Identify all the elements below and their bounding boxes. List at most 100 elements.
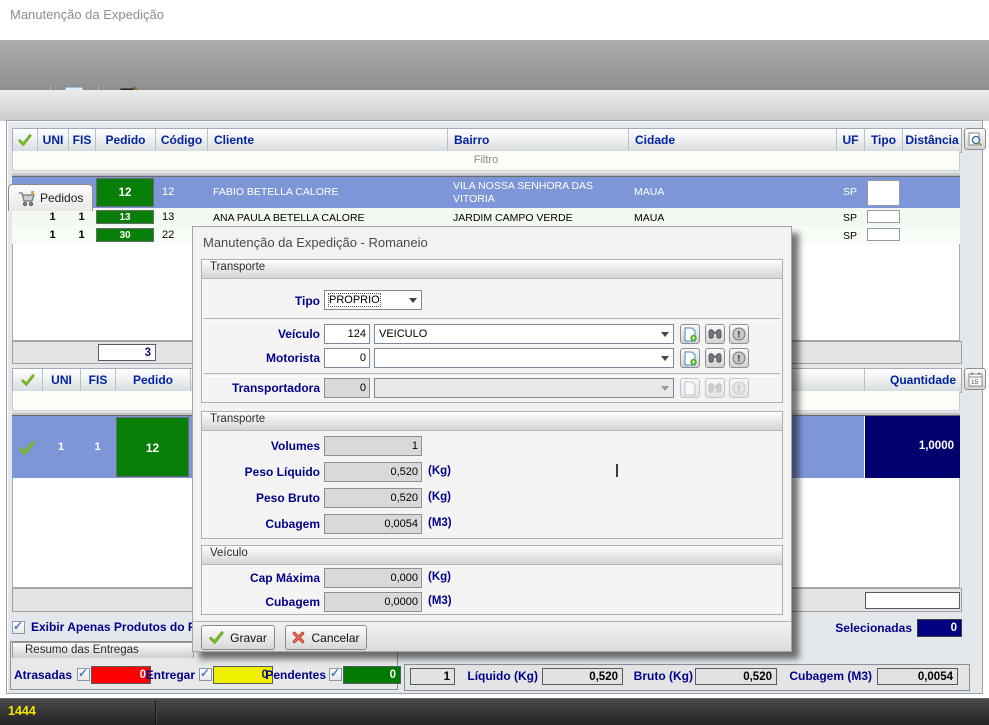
cell-uf: SP <box>836 186 864 198</box>
motorista-new-button[interactable] <box>680 348 700 368</box>
motorista-combobox[interactable] <box>374 348 674 368</box>
header-uni[interactable]: UNI <box>43 369 81 392</box>
green-check-icon <box>18 134 32 146</box>
header-check-cell[interactable] <box>13 369 43 392</box>
romaneio-dialog: Manutenção da Expedição - Romaneio Trans… <box>192 226 792 652</box>
header-bairro[interactable]: Bairro <box>448 129 629 152</box>
veiculo-group-title: Veículo <box>202 546 782 565</box>
header-quantidade[interactable]: Quantidade <box>865 369 961 392</box>
pendentes-checkbox[interactable]: ✓ <box>329 668 342 681</box>
atrasadas-checkbox[interactable]: ✓ <box>77 668 90 681</box>
header-fis[interactable]: FIS <box>81 369 116 392</box>
header-cidade[interactable]: Cidade <box>629 129 837 152</box>
veiculo-code-field[interactable]: 124 <box>324 324 370 344</box>
items-total-field[interactable] <box>865 592 960 609</box>
order-row[interactable]: 1 1 13 13 ANA PAULA BETELLA CALORE JARDI… <box>12 208 960 227</box>
cubagem-value: 0,0054 <box>877 668 958 685</box>
peso-bruto-label: Peso Bruto <box>210 491 320 505</box>
exibir-apenas-checkbox[interactable]: ✓ <box>12 621 25 634</box>
cancelar-button[interactable]: Cancelar <box>285 625 367 650</box>
info-icon: ! <box>732 351 746 365</box>
peso-liquido-label: Peso Líquido <box>210 465 320 479</box>
cell-bairro: JARDIM CAMPO VERDE <box>453 212 625 224</box>
cubagem-label: Cubagem <box>210 517 320 531</box>
header-tipo[interactable]: Tipo <box>865 129 903 152</box>
veiculo-cubagem-label: Cubagem <box>210 595 320 609</box>
tipo-value: PROPRIO <box>329 294 380 306</box>
liquido-value: 0,520 <box>542 668 623 685</box>
pendentes-value: 0 <box>343 666 401 684</box>
volumes-field: 1 <box>324 436 422 456</box>
chevron-down-icon <box>661 332 669 341</box>
orders-filter-row[interactable]: Filtro <box>12 151 960 171</box>
tab-bar: Pedidos Pesquisa <box>0 90 989 121</box>
new-record-icon <box>684 327 697 342</box>
veiculo-label: Veículo <box>210 327 320 341</box>
cell-tipo-input[interactable] <box>867 228 900 241</box>
calendar-icon: 15 <box>968 372 983 387</box>
header-pedido[interactable]: Pedido <box>96 129 156 152</box>
cell-fis: 1 <box>68 229 95 241</box>
header-check-cell[interactable] <box>13 129 38 152</box>
entregar-checkbox[interactable]: ✓ <box>199 668 212 681</box>
tipo-combobox[interactable]: PROPRIO <box>324 290 422 310</box>
grid-calendar-button[interactable]: 15 <box>964 368 986 390</box>
motorista-code-field[interactable]: 0 <box>324 348 370 368</box>
cell-uf: SP <box>836 230 864 242</box>
order-row-selected[interactable]: 1 1 12 12 FABIO BETELLA CALORE VILA NOSS… <box>12 176 960 210</box>
totals-count: 1 <box>410 668 455 685</box>
orders-grid-header[interactable]: UNI FIS Pedido Código Cliente Bairro Cid… <box>12 128 962 153</box>
header-fis[interactable]: FIS <box>69 129 96 152</box>
cell-fis: 1 <box>80 441 115 453</box>
cell-cliente: FABIO BETELLA CALORE <box>213 186 448 198</box>
motorista-label: Motorista <box>210 351 320 365</box>
cell-cidade: MAUA <box>634 212 834 224</box>
veiculo-new-button[interactable] <box>680 324 700 344</box>
veiculo-search-button[interactable] <box>705 324 725 344</box>
svg-text:!: ! <box>737 354 740 364</box>
transporte-group-title: Transporte <box>202 260 782 279</box>
cell-tipo-input[interactable] <box>867 180 900 206</box>
chevron-down-icon <box>661 386 669 395</box>
cap-maxima-field: 0,000 <box>324 568 422 588</box>
veiculo-cubagem-unit: (M3) <box>428 595 452 607</box>
motorista-info-button[interactable]: ! <box>729 348 749 368</box>
peso-bruto-field: 0,520 <box>324 488 422 508</box>
header-codigo[interactable]: Código <box>156 129 208 152</box>
entregar-label: Entregar <box>143 668 195 682</box>
orders-total-count: 3 <box>98 344 156 361</box>
veiculo-combobox[interactable]: VEICULO <box>374 324 674 344</box>
grid-preview-button[interactable] <box>964 128 986 150</box>
bruto-value: 0,520 <box>695 668 777 685</box>
cell-cidade: MAUA <box>634 186 834 198</box>
green-check-icon <box>19 441 35 455</box>
cell-bairro: VILA NOSSA SENHORA DAS VITORIA <box>453 180 625 205</box>
transportadora-code-field: 0 <box>324 378 370 398</box>
selecionadas-label: Selecionadas <box>820 621 912 635</box>
gravar-button[interactable]: Gravar <box>201 625 275 650</box>
veiculo-info-button[interactable]: ! <box>729 324 749 344</box>
cell-fis: 1 <box>68 211 95 223</box>
transportadora-search-button <box>705 378 725 398</box>
info-icon: ! <box>732 327 746 341</box>
cell-pedido: 13 <box>96 210 154 224</box>
header-distancia[interactable]: Distância <box>903 129 961 152</box>
transportadora-label: Transportadora <box>210 381 320 395</box>
header-uni[interactable]: UNI <box>38 129 69 152</box>
cell-tipo-input[interactable] <box>867 210 900 223</box>
preview-search-icon <box>968 132 983 147</box>
header-cliente[interactable]: Cliente <box>208 129 448 152</box>
cubagem-field: 0,0054 <box>324 514 422 534</box>
gravar-label: Gravar <box>230 631 267 645</box>
dialog-title: Manutenção da Expedição - Romaneio <box>203 235 428 250</box>
svg-text:15: 15 <box>971 379 979 386</box>
cell-codigo: 13 <box>155 211 207 223</box>
statusbar-separator <box>155 701 157 723</box>
header-pedido[interactable]: Pedido <box>116 369 191 392</box>
tab-pedidos[interactable]: Pedidos <box>8 184 93 211</box>
header-uf[interactable]: UF <box>837 129 865 152</box>
record-count: 1444 <box>8 704 36 718</box>
search-binoculars-icon <box>708 352 722 364</box>
transporte-group: Transporte Tipo PROPRIO Veículo 124 VEIC… <box>201 259 783 403</box>
motorista-search-button[interactable] <box>705 348 725 368</box>
